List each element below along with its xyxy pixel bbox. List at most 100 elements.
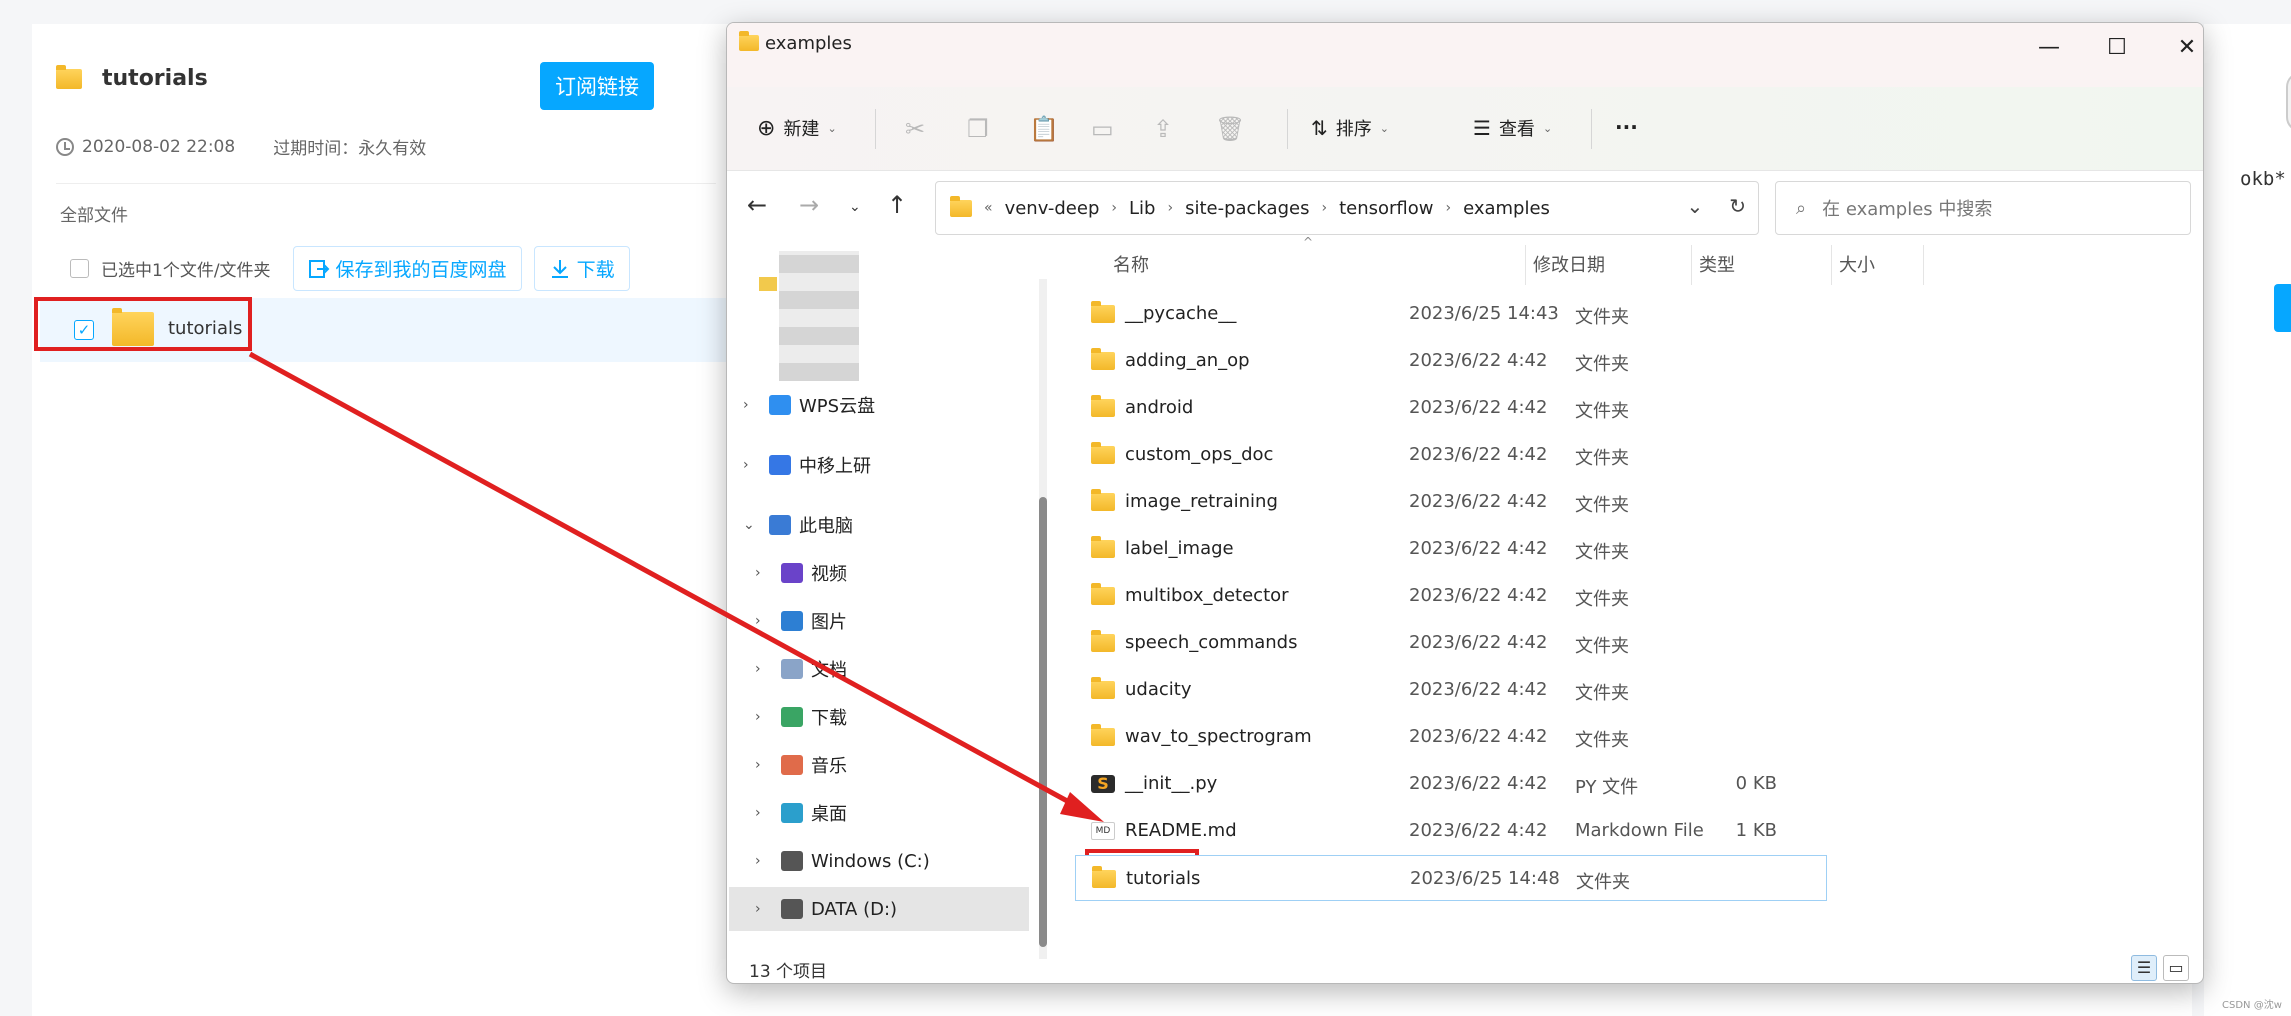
save-to-netdisk-button[interactable]: 保存到我的百度网盘	[292, 246, 522, 291]
file-row[interactable]: MD README.md 2023/6/22 4:42 Markdown File 1 …	[1075, 808, 1827, 854]
nav-item[interactable]: › DATA (D:)	[729, 887, 1029, 931]
file-row[interactable]: speech_commands 2023/6/22 4:42 文件夹	[1075, 620, 1827, 666]
sort-button[interactable]: ⇅ 排序 ⌄	[1311, 115, 1389, 141]
file-name[interactable]: adding_an_op	[1125, 350, 1250, 371]
file-name[interactable]: __init__.py	[1125, 773, 1217, 794]
file-name[interactable]: label_image	[1125, 538, 1234, 559]
file-row[interactable]: android 2023/6/22 4:42 文件夹	[1075, 385, 1827, 431]
delete-icon[interactable]: 🗑	[1215, 115, 1245, 143]
address-overflow[interactable]: «	[984, 200, 993, 216]
refresh-icon[interactable]: ↻	[1729, 194, 1746, 218]
paste-icon[interactable]: 📋	[1029, 115, 1059, 143]
file-name[interactable]: wav_to_spectrogram	[1125, 726, 1312, 747]
chevron-right-icon[interactable]: ›	[755, 901, 761, 917]
select-all-checkbox[interactable]	[70, 259, 89, 278]
cut-icon[interactable]: ✂	[905, 115, 925, 143]
file-name[interactable]: android	[1125, 397, 1193, 418]
chevron-right-icon[interactable]: ›	[1321, 200, 1327, 216]
nav-item[interactable]: › Windows (C:)	[729, 839, 1029, 883]
close-button[interactable]: ✕	[2167, 35, 2203, 60]
nav-item[interactable]: ⌄ 此电脑	[729, 503, 1029, 547]
file-row[interactable]: udacity 2023/6/22 4:42 文件夹	[1075, 667, 1827, 713]
file-name[interactable]: udacity	[1125, 679, 1191, 700]
download-button[interactable]: 下载	[533, 246, 630, 291]
nav-item[interactable]: › WPS云盘	[729, 383, 1029, 427]
breadcrumb-segment[interactable]: site-packages	[1185, 198, 1309, 219]
avatar[interactable]	[2286, 72, 2291, 132]
share-icon[interactable]: ⇪	[1153, 115, 1173, 143]
chevron-right-icon[interactable]: ›	[1167, 200, 1173, 216]
file-name[interactable]: custom_ops_doc	[1125, 444, 1273, 465]
forward-arrow-icon[interactable]: →	[799, 191, 819, 219]
sort-button-label: 排序	[1335, 119, 1372, 140]
breadcrumb-segment[interactable]: examples	[1463, 198, 1550, 219]
file-name[interactable]: multibox_detector	[1125, 585, 1289, 606]
file-row[interactable]: S __init__.py 2023/6/22 4:42 PY 文件 0 KB	[1075, 761, 1827, 807]
more-button[interactable]: ···	[1615, 115, 1638, 139]
column-size[interactable]: 大小	[1839, 251, 1875, 277]
file-row[interactable]: multibox_detector 2023/6/22 4:42 文件夹	[1075, 573, 1827, 619]
tiles-view-icon[interactable]: ▭	[2163, 955, 2189, 981]
file-row[interactable]: wav_to_spectrogram 2023/6/22 4:42 文件夹	[1075, 714, 1827, 760]
details-view-icon[interactable]: ☰	[2131, 955, 2157, 981]
chevron-right-icon[interactable]: ›	[743, 457, 749, 473]
file-name[interactable]: README.md	[1125, 820, 1237, 841]
file-row[interactable]: custom_ops_doc 2023/6/22 4:42 文件夹	[1075, 432, 1827, 478]
back-arrow-icon[interactable]: ←	[747, 191, 767, 219]
address-history-chevron-icon[interactable]: ⌄	[1686, 194, 1703, 218]
nav-item[interactable]: › 下载	[729, 695, 1029, 739]
file-row[interactable]: image_retraining 2023/6/22 4:42 文件夹	[1075, 479, 1827, 525]
file-row[interactable]: label_image 2023/6/22 4:42 文件夹	[1075, 526, 1827, 572]
copy-icon[interactable]: ❐	[967, 115, 989, 143]
title-bar[interactable]: examples — ☐ ✕	[727, 23, 2203, 87]
address-bar[interactable]: « venv-deep › Lib › site-packages › tens…	[935, 181, 1759, 235]
file-row[interactable]: __pycache__ 2023/6/25 14:43 文件夹	[1075, 291, 1827, 337]
breadcrumb-segment[interactable]: tensorflow	[1339, 198, 1433, 219]
right-blue-button[interactable]	[2274, 284, 2291, 332]
chevron-down-icon[interactable]: ⌄	[743, 517, 755, 533]
file-name[interactable]: image_retraining	[1125, 491, 1278, 512]
share-meta: 2020-08-02 22:08 过期时间：永久有效	[56, 134, 426, 159]
chevron-right-icon[interactable]: ›	[755, 565, 761, 581]
view-button[interactable]: ☰ 查看 ⌄	[1473, 115, 1552, 141]
chevron-right-icon[interactable]: ›	[755, 757, 761, 773]
file-row[interactable]: tutorials 2023/6/25 14:48 文件夹	[1075, 855, 1827, 901]
chevron-right-icon[interactable]: ›	[1111, 200, 1117, 216]
nav-item[interactable]: › 视频	[729, 551, 1029, 595]
chevron-right-icon[interactable]: ›	[755, 661, 761, 677]
subscribe-button[interactable]: 订阅链接	[540, 62, 654, 110]
breadcrumb-segment[interactable]: Lib	[1129, 198, 1155, 219]
file-name[interactable]: speech_commands	[1125, 632, 1297, 653]
new-button[interactable]: ⊕ 新建 ⌄	[757, 115, 837, 141]
up-arrow-icon[interactable]: ↑	[887, 191, 907, 219]
nav-item[interactable]: › 图片	[729, 599, 1029, 643]
chevron-right-icon[interactable]: ›	[755, 853, 761, 869]
chevron-right-icon[interactable]: ›	[755, 709, 761, 725]
minimize-button[interactable]: —	[2029, 35, 2069, 60]
chevron-right-icon[interactable]: ›	[1445, 200, 1451, 216]
maximize-button[interactable]: ☐	[2097, 35, 2137, 60]
column-date[interactable]: 修改日期	[1533, 251, 1605, 277]
all-files-breadcrumb[interactable]: 全部文件	[60, 201, 128, 226]
chevron-right-icon[interactable]: ›	[755, 805, 761, 821]
file-row[interactable]: adding_an_op 2023/6/22 4:42 文件夹	[1075, 338, 1827, 384]
folder-icon	[1091, 348, 1115, 370]
chevron-right-icon[interactable]: ›	[755, 613, 761, 629]
nav-item[interactable]: › 音乐	[729, 743, 1029, 787]
column-name[interactable]: 名称	[1113, 251, 1149, 277]
chevron-right-icon[interactable]: ›	[743, 397, 749, 413]
nav-scrollbar-thumb[interactable]	[1039, 497, 1047, 947]
clock-icon	[56, 137, 74, 156]
breadcrumb-segment[interactable]: venv-deep	[1005, 198, 1100, 219]
video-icon	[781, 563, 803, 583]
nav-item-label: 图片	[811, 612, 847, 633]
column-type[interactable]: 类型	[1699, 251, 1735, 277]
rename-icon[interactable]: ▭	[1091, 115, 1114, 143]
nav-item[interactable]: › 桌面	[729, 791, 1029, 835]
nav-item[interactable]: › 中移上研	[729, 443, 1029, 487]
search-box[interactable]: ⌕ 在 examples 中搜索	[1775, 181, 2191, 235]
file-name[interactable]: __pycache__	[1125, 303, 1236, 324]
file-name[interactable]: tutorials	[1126, 868, 1200, 889]
recent-chevron-icon[interactable]: ⌄	[849, 199, 861, 215]
nav-item[interactable]: › 文档	[729, 647, 1029, 691]
